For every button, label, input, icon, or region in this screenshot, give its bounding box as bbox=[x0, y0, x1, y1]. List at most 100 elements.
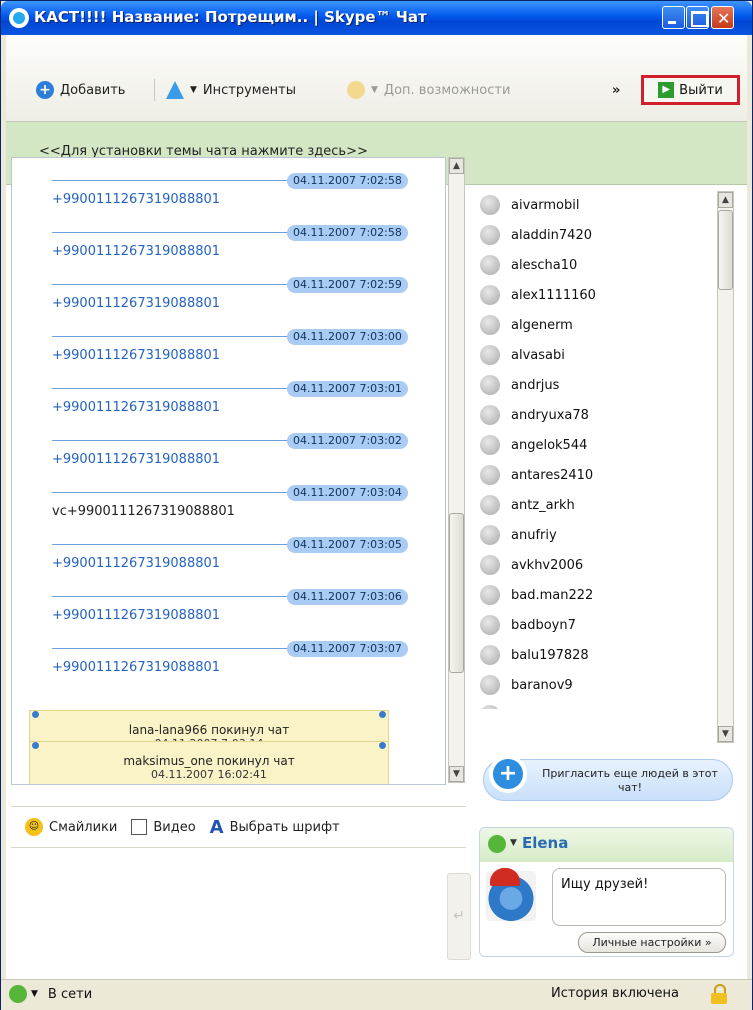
format-toolbar: ☺ Смайлики Видео A Выбрать шрифт bbox=[11, 806, 466, 847]
smiley-icon: ☺ bbox=[25, 818, 43, 836]
title-bar[interactable]: КАСТ!!!! Название: Потрещим.. | Skype™ Ч… bbox=[1, 1, 752, 35]
list-item[interactable]: antares2410 bbox=[476, 461, 593, 489]
double-chevron-icon: » bbox=[612, 82, 621, 98]
notice-time: 04.11.2007 16:02:41 bbox=[151, 768, 267, 781]
send-button[interactable]: ↵ bbox=[447, 873, 471, 960]
chat-scrollbar[interactable]: ▲ ▼ bbox=[448, 157, 465, 783]
notice-text: lana-lana966 покинул чат bbox=[128, 723, 290, 737]
message-timestamp: 04.11.2007 7:03:02 bbox=[287, 433, 408, 449]
message-text: +9900111267319088801 bbox=[52, 296, 221, 311]
tools-menu[interactable]: ▼ Инструменты bbox=[166, 78, 296, 102]
invite-label: Пригласить еще людей в этот чат! bbox=[542, 767, 718, 794]
video-icon bbox=[131, 819, 148, 835]
message-text: +9900111267319088801 bbox=[52, 660, 221, 675]
santa-hat-icon bbox=[490, 868, 520, 886]
mood-message-field[interactable]: Ищу друзей! bbox=[552, 868, 726, 926]
contact-status-icon bbox=[480, 705, 500, 709]
personal-settings-button[interactable]: Личные настройки » bbox=[578, 932, 726, 953]
list-item[interactable]: anufriy bbox=[476, 521, 557, 549]
contact-status-icon bbox=[480, 435, 500, 455]
member-name: badboyn7 bbox=[511, 617, 576, 633]
member-list-scrollbar[interactable]: ▲ ▼ bbox=[717, 191, 734, 743]
toolbar-overflow-button[interactable]: » bbox=[612, 78, 620, 102]
online-status-icon bbox=[9, 985, 27, 1003]
member-list[interactable]: aivarmobil aladdin7420 alescha10 alex111… bbox=[476, 157, 731, 709]
scrollbar-thumb[interactable] bbox=[718, 210, 733, 290]
online-status-label: В сети bbox=[47, 986, 93, 1002]
scrollbar-thumb[interactable] bbox=[449, 513, 464, 673]
list-item[interactable]: angelok544 bbox=[476, 431, 587, 459]
member-name: andrjus bbox=[511, 377, 560, 393]
member-name: avkhv2006 bbox=[511, 557, 584, 573]
list-item[interactable]: baranov9 bbox=[476, 671, 573, 699]
exit-label: Выйти bbox=[679, 82, 723, 98]
maximize-button[interactable] bbox=[686, 6, 709, 29]
list-item[interactable]: aladdin7420 bbox=[476, 221, 592, 249]
pin-icon bbox=[32, 711, 39, 718]
list-item[interactable]: algenerm bbox=[476, 311, 573, 339]
online-status-icon[interactable] bbox=[488, 835, 506, 853]
font-label: Выбрать шрифт bbox=[229, 819, 340, 835]
chat-message: 04.11.2007 7:03:06 +9900111267319088801 bbox=[12, 574, 445, 626]
list-item[interactable]: alvasabi bbox=[476, 341, 565, 369]
chat-message: 04.11.2007 7:03:04 vc+990011126731908880… bbox=[12, 470, 445, 522]
font-button[interactable]: A Выбрать шрифт bbox=[210, 817, 340, 838]
minimize-button[interactable] bbox=[662, 6, 685, 29]
avatar[interactable] bbox=[486, 868, 536, 921]
list-item[interactable]: badboyn7 bbox=[476, 611, 576, 639]
contact-status-icon bbox=[480, 585, 500, 605]
pin-icon bbox=[379, 711, 386, 718]
video-label: Видео bbox=[153, 819, 196, 835]
message-input[interactable]: ↵ bbox=[11, 847, 471, 960]
chevron-down-icon[interactable]: ▼ bbox=[510, 838, 517, 848]
chat-history[interactable]: 04.11.2007 7:02:58 +9900111267319088801 … bbox=[11, 157, 446, 785]
chevron-down-icon: ▼ bbox=[371, 85, 378, 95]
extras-icon bbox=[347, 81, 365, 99]
font-icon: A bbox=[209, 816, 224, 838]
add-contact-icon: + bbox=[489, 755, 527, 793]
list-item[interactable]: antz_arkh bbox=[476, 491, 575, 519]
contact-status-icon bbox=[480, 345, 500, 365]
message-timestamp: 04.11.2007 7:02:58 bbox=[287, 225, 408, 241]
message-timestamp: 04.11.2007 7:03:01 bbox=[287, 381, 408, 397]
scroll-down-icon[interactable]: ▼ bbox=[718, 726, 733, 742]
scroll-up-icon[interactable]: ▲ bbox=[718, 192, 733, 208]
contact-status-icon bbox=[480, 315, 500, 335]
chat-message: 04.11.2007 7:02:58 +9900111267319088801 bbox=[12, 210, 445, 262]
contact-status-icon bbox=[480, 675, 500, 695]
list-item[interactable]: barsikk10 bbox=[476, 701, 575, 709]
invite-more-button[interactable]: + Пригласить еще людей в этот чат! bbox=[483, 755, 733, 801]
chevron-down-icon: ▼ bbox=[190, 85, 197, 95]
video-button[interactable]: Видео bbox=[131, 819, 196, 835]
skype-logo-icon bbox=[9, 8, 29, 28]
list-item[interactable]: alex1111160 bbox=[476, 281, 596, 309]
list-item[interactable]: aivarmobil bbox=[476, 191, 579, 219]
member-name: aivarmobil bbox=[511, 197, 580, 213]
chat-message: 04.11.2007 7:03:02 +9900111267319088801 bbox=[12, 418, 445, 470]
scroll-down-icon[interactable]: ▼ bbox=[449, 766, 464, 782]
message-timestamp: 04.11.2007 7:03:04 bbox=[287, 485, 408, 501]
exit-button[interactable]: ▶ Выйти bbox=[641, 75, 740, 105]
list-item[interactable]: avkhv2006 bbox=[476, 551, 583, 579]
lock-icon[interactable] bbox=[711, 984, 727, 1004]
mood-message: Ищу друзей! bbox=[561, 877, 649, 892]
add-button[interactable]: + Добавить bbox=[36, 78, 125, 102]
list-item[interactable]: andrjus bbox=[476, 371, 559, 399]
pin-icon bbox=[32, 742, 39, 749]
list-item[interactable]: andryuxa78 bbox=[476, 401, 589, 429]
contact-status-icon bbox=[480, 465, 500, 485]
scroll-up-icon[interactable]: ▲ bbox=[449, 158, 464, 174]
online-status-menu[interactable]: ▼ В сети bbox=[9, 985, 92, 1003]
close-button[interactable]: ✕ bbox=[711, 6, 734, 29]
system-notice: maksimus_one покинул чат 04.11.2007 16:0… bbox=[29, 741, 389, 784]
extra-features-menu[interactable]: ▼ Доп. возможности bbox=[347, 78, 510, 102]
extra-label: Доп. возможности bbox=[383, 82, 511, 98]
profile-header[interactable]: ▼ Elena bbox=[480, 828, 733, 862]
list-item[interactable]: balu197828 bbox=[476, 641, 589, 669]
member-name: alescha10 bbox=[511, 257, 578, 273]
member-name: andryuxa78 bbox=[511, 407, 589, 423]
list-item[interactable]: alescha10 bbox=[476, 251, 577, 279]
smileys-button[interactable]: ☺ Смайлики bbox=[25, 818, 117, 836]
message-text: +9900111267319088801 bbox=[52, 452, 221, 467]
list-item[interactable]: bad.man222 bbox=[476, 581, 593, 609]
